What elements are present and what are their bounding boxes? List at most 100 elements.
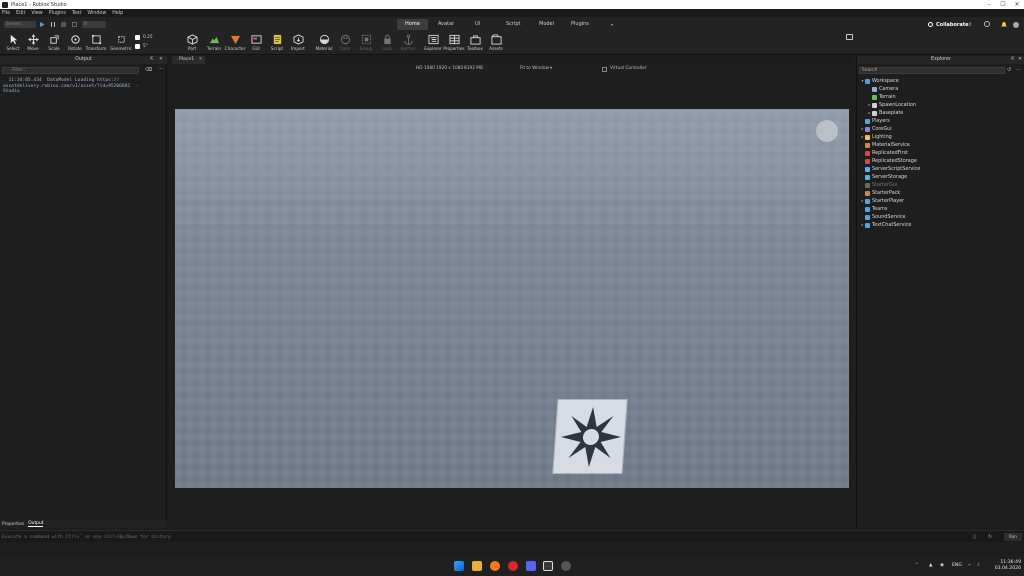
transform-tool[interactable]: Transform [86, 34, 106, 54]
command-history-icon[interactable]: ↻ [988, 534, 992, 540]
explorer-node[interactable]: ReplicatedFirst [857, 149, 1024, 157]
explorer-popout-icon[interactable]: ⇱ [1011, 57, 1015, 62]
volume-icon[interactable]: ♪ [977, 563, 980, 568]
menu-file[interactable]: File [2, 11, 10, 16]
player-count[interactable]: 0 [82, 21, 106, 28]
explorer-history-icon[interactable]: ↺ [1007, 67, 1011, 73]
menu-edit[interactable]: Edit [16, 11, 25, 16]
toolbox-toggle[interactable]: Toolbox [465, 34, 485, 54]
tab-place1[interactable]: Place1 ✕ [172, 56, 206, 64]
explorer-toggle[interactable]: Explorer [423, 34, 443, 54]
anchor-tool[interactable]: Anchor [398, 34, 418, 54]
roblox-studio-taskbar-icon[interactable] [543, 561, 553, 571]
view-cube-icon[interactable] [816, 120, 838, 142]
character-tool[interactable]: Character [225, 34, 245, 54]
account-avatar[interactable] [1013, 22, 1019, 28]
play-icon[interactable] [40, 22, 45, 27]
pause-icon[interactable] [51, 22, 55, 27]
tab-plugins[interactable]: Plugins [563, 19, 597, 30]
rotate-snap-control[interactable]: 5° [135, 44, 148, 49]
server-select[interactable]: Server... [4, 21, 36, 28]
explorer-node[interactable]: ▸ TextChatService [857, 221, 1024, 229]
network-icon[interactable]: ⌁ [968, 563, 971, 568]
explorer-node[interactable]: ▸ StarterPlayer [857, 197, 1024, 205]
language-indicator[interactable]: ENG [952, 563, 962, 568]
clear-output-icon[interactable]: ⌫ [145, 67, 152, 73]
discord-icon[interactable] [526, 561, 536, 571]
fit-to-window-select[interactable]: Fit to Window [520, 66, 549, 72]
opera-icon[interactable] [508, 561, 518, 571]
maximize-button[interactable]: ☐ [996, 0, 1010, 9]
tab-home[interactable]: Home [397, 19, 428, 30]
output-close-icon[interactable]: ✕ [159, 57, 163, 62]
color-tool[interactable]: Color [335, 34, 355, 54]
explorer-node[interactable]: ▸ SpawnLocation [857, 101, 1024, 109]
taskbar-clock[interactable]: 11:36:49 03.04.2026 [993, 560, 1021, 572]
3d-viewport[interactable] [175, 109, 849, 488]
explorer-node[interactable]: StarterPack [857, 189, 1024, 197]
tray-app-icon[interactable]: ▲ [929, 563, 932, 568]
menu-test[interactable]: Test [72, 11, 81, 16]
explorer-node[interactable]: Terrain [857, 93, 1024, 101]
part-tool[interactable]: Part [182, 34, 202, 54]
explorer-node[interactable]: MaterialService [857, 141, 1024, 149]
scale-tool[interactable]: Scale [44, 34, 64, 54]
stop-icon[interactable] [61, 22, 66, 27]
explorer-node[interactable]: Camera [857, 85, 1024, 93]
terrain-tool[interactable]: Terrain [204, 34, 224, 54]
output-filter-input[interactable]: Filter... [2, 67, 139, 74]
rotate-snap-value[interactable]: 5° [143, 44, 148, 49]
explorer-node[interactable]: Players [857, 117, 1024, 125]
client-server-icon[interactable] [72, 22, 77, 27]
tabs-overflow-icon[interactable]: ▾ [611, 22, 613, 27]
explorer-node[interactable]: ServerScriptService [857, 165, 1024, 173]
memory-select[interactable]: 8192 MB [464, 66, 483, 72]
explorer-node[interactable]: Teams [857, 205, 1024, 213]
output-popout-icon[interactable]: ⇱ [150, 57, 154, 62]
notifications-icon[interactable]: 🔔 [1001, 22, 1007, 28]
tray-overflow-icon[interactable]: ⌃ [915, 563, 919, 568]
tab-properties[interactable]: Properties [2, 522, 24, 527]
minimize-button[interactable]: – [982, 0, 996, 9]
tab-script[interactable]: Script [498, 19, 529, 30]
tab-model[interactable]: Model [531, 19, 562, 30]
spawn-location[interactable] [552, 399, 628, 474]
command-input[interactable]: Execute a command with Ctrl+` or use Ctr… [2, 534, 962, 541]
rotate-tool[interactable]: Rotate [65, 34, 85, 54]
output-more-icon[interactable]: ⋯ [158, 66, 163, 72]
tab-ui[interactable]: UI [467, 19, 488, 30]
explorer-node[interactable]: StarterGui [857, 181, 1024, 189]
explorer-node[interactable]: ▾ Workspace [857, 77, 1024, 85]
select-tool[interactable]: Select [3, 34, 23, 54]
script-tool[interactable]: Script [267, 34, 287, 54]
import-tool[interactable]: Import [288, 34, 308, 54]
firefox-icon[interactable] [490, 561, 500, 571]
quality-select[interactable]: HD 1080 [416, 66, 435, 72]
windows-start-icon[interactable] [454, 561, 464, 571]
collaborate-button[interactable]: Collaborate [928, 20, 969, 29]
profile-icon[interactable] [984, 21, 990, 27]
explorer-close-icon[interactable]: ✕ [1018, 57, 1022, 62]
app-icon[interactable] [561, 561, 571, 571]
geometric-tool[interactable]: Geometric [110, 34, 132, 54]
file-explorer-icon[interactable] [472, 561, 482, 571]
move-snap-value[interactable]: 0.25 [143, 35, 153, 40]
panel-settings-icon[interactable] [846, 34, 853, 40]
explorer-search-input[interactable]: Search [859, 67, 1005, 74]
doc-tab-close-icon[interactable]: ✕ [199, 57, 203, 62]
tab-avatar[interactable]: Avatar [430, 19, 462, 30]
assets-toggle[interactable]: Assets [486, 34, 506, 54]
explorer-more-icon[interactable]: ⋯ [1016, 67, 1021, 73]
share-icon[interactable]: ⇪ [968, 22, 972, 28]
explorer-node[interactable]: ▸ Baseplate [857, 109, 1024, 117]
virtual-controller-checkbox[interactable] [602, 67, 607, 72]
move-snap-control[interactable]: 0.25 [135, 35, 153, 40]
menu-plugins[interactable]: Plugins [49, 11, 66, 16]
explorer-node[interactable]: SoundService [857, 213, 1024, 221]
properties-toggle[interactable]: Properties [443, 34, 465, 54]
gui-tool[interactable]: GUI [246, 34, 266, 54]
menu-view[interactable]: View [31, 11, 42, 16]
menu-window[interactable]: Window [87, 11, 106, 16]
fit-dropdown-icon[interactable]: ▾ [550, 66, 552, 72]
explorer-node[interactable]: ServerStorage [857, 173, 1024, 181]
